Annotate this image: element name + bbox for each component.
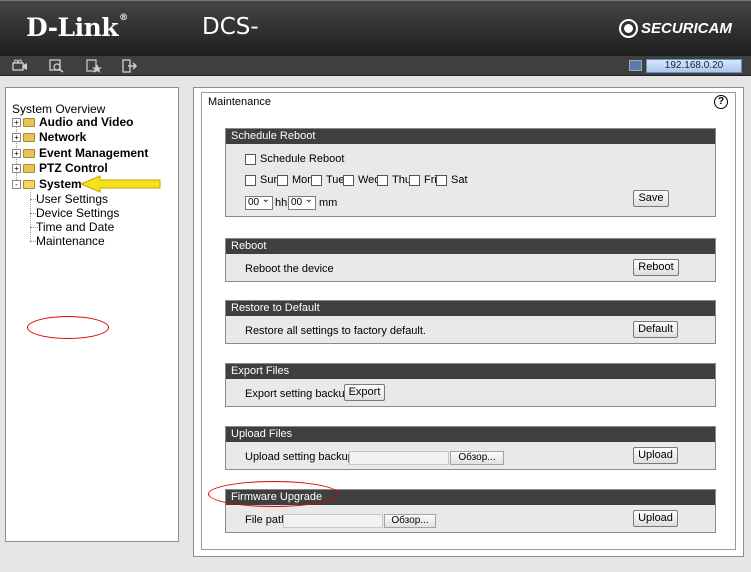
- nav-label: Audio and Video: [39, 115, 134, 129]
- expand-icon[interactable]: +: [12, 132, 21, 142]
- folder-icon: [23, 132, 35, 142]
- export-button[interactable]: Export: [344, 384, 385, 401]
- logo-text: D-Link: [26, 13, 119, 42]
- nav-item-system[interactable]: - System: [12, 177, 82, 191]
- export-files-section: Export Files Export setting backup file …: [225, 363, 716, 407]
- upload-browse-button[interactable]: Обзор...: [450, 451, 504, 465]
- header-bar: D-Link® DCS- SECURICAM: [0, 0, 751, 56]
- nav-sub-device-settings[interactable]: Device Settings: [36, 206, 119, 220]
- day-checkbox-mon[interactable]: [277, 175, 288, 186]
- hour-unit-label: hh: [275, 197, 288, 209]
- panel-title: Maintenance: [208, 96, 271, 108]
- annotation-arrow-icon: [80, 175, 161, 193]
- nav-item-event-management[interactable]: + Event Management: [12, 146, 148, 160]
- collapse-icon[interactable]: -: [12, 179, 21, 189]
- section-header: Upload Files: [226, 427, 715, 442]
- nav-item-ptz-control[interactable]: + PTZ Control: [12, 161, 108, 175]
- day-checkbox-sat[interactable]: [436, 175, 447, 186]
- minute-select[interactable]: 00: [288, 194, 316, 210]
- nav-item-audio-video[interactable]: + Audio and Video: [12, 115, 133, 129]
- help-icon[interactable]: ?: [714, 95, 728, 109]
- ip-address-box: 192.168.0.20: [646, 59, 742, 73]
- nav-label: Event Management: [39, 146, 149, 160]
- securicam-logo: SECURICAM: [619, 19, 732, 38]
- day-label: Fri: [424, 174, 437, 186]
- folder-icon: [23, 148, 35, 158]
- schedule-reboot-checkbox[interactable]: [245, 154, 256, 165]
- nav-label: System: [39, 177, 82, 191]
- securicam-mark-icon: [619, 19, 638, 38]
- day-label: Tue: [326, 174, 345, 186]
- reboot-button[interactable]: Reboot: [633, 259, 679, 276]
- nav-sub-time-and-date[interactable]: Time and Date: [36, 220, 114, 234]
- model-name: DCS-: [202, 14, 259, 40]
- checkbox-label: Schedule Reboot: [260, 153, 345, 165]
- main-content: Maintenance ? Schedule Reboot Schedule R…: [193, 87, 744, 557]
- upload-files-section: Upload Files Upload setting backup file …: [225, 426, 716, 470]
- reboot-text: Reboot the device: [245, 263, 334, 275]
- securicam-text: SECURICAM: [641, 20, 732, 37]
- dlink-logo: D-Link®: [26, 13, 128, 42]
- nav-label: PTZ Control: [39, 161, 108, 175]
- section-header: Reboot: [226, 239, 715, 254]
- upload-file-input[interactable]: [349, 451, 449, 465]
- maintenance-panel: Maintenance ? Schedule Reboot Schedule R…: [201, 92, 736, 550]
- annotation-oval-firmware: [208, 481, 339, 507]
- reboot-section: Reboot Reboot the device Reboot: [225, 238, 716, 282]
- tree-connector: [30, 190, 31, 241]
- folder-icon: [23, 117, 35, 127]
- schedule-reboot-section: Schedule Reboot Schedule Reboot Sun Mon …: [225, 128, 716, 217]
- nav-item-network[interactable]: + Network: [12, 130, 86, 144]
- firmware-browse-button[interactable]: Обзор...: [384, 514, 436, 528]
- nav-sub-maintenance[interactable]: Maintenance: [36, 234, 105, 248]
- restore-text: Restore all settings to factory default.: [245, 325, 426, 337]
- section-header: Export Files: [226, 364, 715, 379]
- folder-icon: [23, 163, 35, 173]
- nav-system-overview[interactable]: System Overview: [12, 102, 105, 116]
- upload-settings-button[interactable]: Upload: [633, 447, 678, 464]
- expand-icon[interactable]: +: [12, 117, 21, 127]
- minute-unit-label: mm: [319, 197, 338, 209]
- camera-icon[interactable]: [12, 59, 28, 73]
- day-checkbox-tue[interactable]: [311, 175, 322, 186]
- day-label: Sat: [451, 174, 468, 186]
- monitor-icon: [629, 60, 642, 71]
- firmware-file-input[interactable]: [283, 514, 383, 528]
- section-header: Restore to Default: [226, 301, 715, 316]
- open-folder-icon: [23, 179, 35, 189]
- exit-icon[interactable]: [122, 59, 138, 73]
- day-checkbox-fri[interactable]: [409, 175, 420, 186]
- nav-label: Network: [39, 130, 87, 144]
- expand-icon[interactable]: +: [12, 148, 21, 158]
- toolbar: 192.168.0.20: [0, 56, 751, 76]
- firmware-path-label: File path: [245, 514, 288, 526]
- firmware-upload-button[interactable]: Upload: [633, 510, 678, 527]
- sidebar-nav: System Overview + Audio and Video + Networ…: [5, 87, 179, 542]
- day-checkbox-wed[interactable]: [343, 175, 354, 186]
- section-header: Schedule Reboot: [226, 129, 715, 144]
- nav-sub-user-settings[interactable]: User Settings: [36, 192, 108, 206]
- registered-mark: ®: [119, 13, 128, 23]
- search-camera-icon[interactable]: [49, 59, 65, 73]
- annotation-oval-maintenance: [27, 316, 109, 339]
- hour-select[interactable]: 00: [245, 194, 273, 210]
- default-button[interactable]: Default: [633, 321, 678, 338]
- save-button[interactable]: Save: [633, 190, 669, 207]
- day-checkbox-thu[interactable]: [377, 175, 388, 186]
- expand-icon[interactable]: +: [12, 163, 21, 173]
- star-icon[interactable]: [86, 59, 102, 73]
- restore-default-section: Restore to Default Restore all settings …: [225, 300, 716, 344]
- day-checkbox-sun[interactable]: [245, 175, 256, 186]
